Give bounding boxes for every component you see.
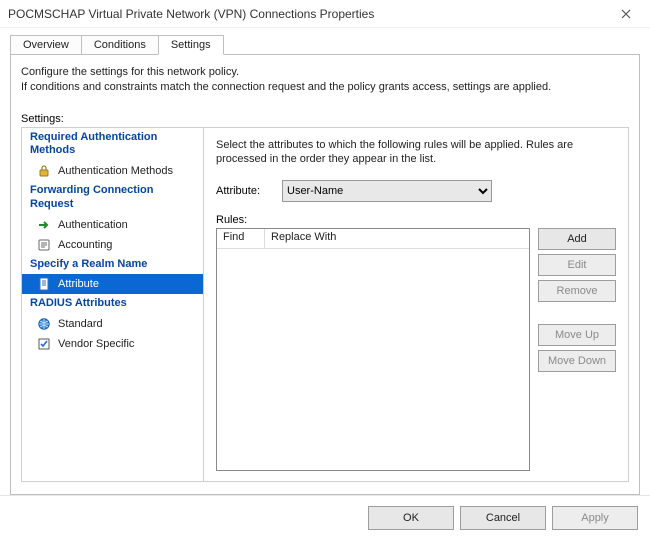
nav-item-label: Authentication Methods <box>58 165 173 177</box>
col-find[interactable]: Find <box>217 229 265 248</box>
tab-overview[interactable]: Overview <box>10 35 82 54</box>
nav-item-accounting[interactable]: Accounting <box>22 235 203 255</box>
document-icon <box>36 276 52 292</box>
settings-label: Settings: <box>21 113 629 125</box>
nav-item-attribute[interactable]: Attribute <box>22 274 203 294</box>
cancel-button[interactable]: Cancel <box>460 506 546 530</box>
close-icon <box>621 9 631 19</box>
button-spacer <box>538 306 616 320</box>
nav-item-vendor-specific[interactable]: Vendor Specific <box>22 334 203 354</box>
settings-group: Required Authentication Methods Authenti… <box>21 127 629 482</box>
move-down-button[interactable]: Move Down <box>538 350 616 372</box>
section-header-auth-methods: Required Authentication Methods <box>22 128 203 162</box>
content-description: Select the attributes to which the follo… <box>216 138 616 167</box>
close-button[interactable] <box>608 4 644 24</box>
globe-icon <box>36 316 52 332</box>
col-replace-with[interactable]: Replace With <box>265 229 529 248</box>
dialog-footer: OK Cancel Apply <box>0 495 650 539</box>
move-up-button[interactable]: Move Up <box>538 324 616 346</box>
rules-row: Find Replace With Add Edit Remove Move U… <box>216 228 616 471</box>
titlebar: POCMSCHAP Virtual Private Network (VPN) … <box>0 0 650 28</box>
section-header-forwarding: Forwarding Connection Request <box>22 181 203 215</box>
nav-item-label: Accounting <box>58 239 112 251</box>
intro-line1: Configure the settings for this network … <box>21 65 629 80</box>
nav-item-label: Standard <box>58 318 103 330</box>
nav-item-standard[interactable]: Standard <box>22 314 203 334</box>
nav-item-authentication-methods[interactable]: Authentication Methods <box>22 161 203 181</box>
tab-conditions[interactable]: Conditions <box>81 35 159 54</box>
nav-item-label: Attribute <box>58 278 99 290</box>
section-header-radius: RADIUS Attributes <box>22 294 203 314</box>
tab-panel-settings: Configure the settings for this network … <box>10 54 640 495</box>
remove-button[interactable]: Remove <box>538 280 616 302</box>
attribute-label: Attribute: <box>216 185 268 197</box>
rules-table[interactable]: Find Replace With <box>216 228 530 471</box>
rules-table-body <box>217 249 529 470</box>
intro-line2: If conditions and constraints match the … <box>21 80 629 95</box>
add-button[interactable]: Add <box>538 228 616 250</box>
section-header-realm: Specify a Realm Name <box>22 255 203 275</box>
tabs-strip: Overview Conditions Settings <box>0 28 650 54</box>
ok-button[interactable]: OK <box>368 506 454 530</box>
intro-text: Configure the settings for this network … <box>21 65 629 95</box>
window-title: POCMSCHAP Virtual Private Network (VPN) … <box>8 7 374 21</box>
window: POCMSCHAP Virtual Private Network (VPN) … <box>0 0 650 539</box>
nav-item-label: Vendor Specific <box>58 338 134 350</box>
arrow-right-icon <box>36 217 52 233</box>
nav-item-label: Authentication <box>58 219 128 231</box>
rules-table-header: Find Replace With <box>217 229 529 249</box>
edit-button[interactable]: Edit <box>538 254 616 276</box>
nav-item-authentication[interactable]: Authentication <box>22 215 203 235</box>
apply-button[interactable]: Apply <box>552 506 638 530</box>
rules-button-column: Add Edit Remove Move Up Move Down <box>538 228 616 471</box>
content-pane: Select the attributes to which the follo… <box>204 128 628 481</box>
checkbox-icon <box>36 336 52 352</box>
tab-settings[interactable]: Settings <box>158 35 224 55</box>
attribute-dropdown[interactable]: User-Name <box>282 180 492 202</box>
rules-label: Rules: <box>216 214 616 226</box>
settings-nav: Required Authentication Methods Authenti… <box>22 128 204 481</box>
lock-icon <box>36 163 52 179</box>
attribute-row: Attribute: User-Name <box>216 180 616 202</box>
book-icon <box>36 237 52 253</box>
